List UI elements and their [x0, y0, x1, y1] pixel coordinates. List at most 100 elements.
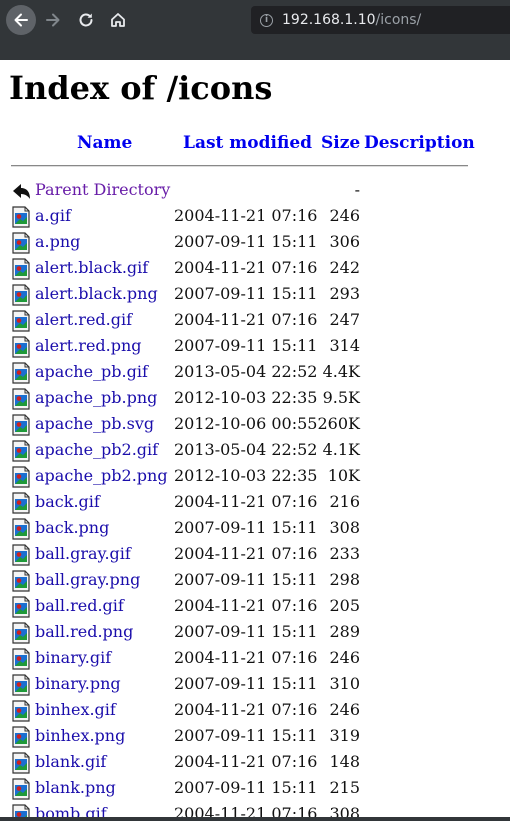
- image-file-icon: [12, 258, 30, 280]
- image-file-icon: [12, 336, 30, 358]
- image-file-icon: [12, 596, 30, 618]
- column-header-last-modified[interactable]: Last modified: [183, 133, 312, 153]
- file-row: binary.png 2007-09-11 15:11 310: [0, 672, 510, 698]
- column-header-size[interactable]: Size: [321, 133, 360, 153]
- file-row: ball.gray.gif 2004-11-21 07:16 233: [0, 542, 510, 568]
- file-name-link[interactable]: blank.gif: [35, 751, 106, 773]
- browser-toolbar: i 192.168.1.10/icons/: [0, 0, 510, 60]
- forward-arrow-icon: [46, 13, 60, 27]
- file-size: 319: [329, 726, 360, 745]
- file-name-link[interactable]: apache_pb2.png: [35, 465, 168, 487]
- file-size: 246: [329, 700, 360, 719]
- image-file-icon: [12, 414, 30, 436]
- file-modified: 2007-09-11 15:11: [174, 284, 318, 303]
- forward-button[interactable]: [38, 5, 68, 35]
- parent-directory-row: Parent Directory -: [0, 178, 510, 204]
- file-size: 310: [329, 674, 360, 693]
- url-path: /icons/: [375, 12, 422, 28]
- file-size: 215: [329, 778, 360, 797]
- window-bottom-edge: [0, 817, 510, 821]
- file-row: ball.red.gif 2004-11-21 07:16 205: [0, 594, 510, 620]
- file-row: alert.red.gif 2004-11-21 07:16 247: [0, 308, 510, 334]
- column-header-description[interactable]: Description: [364, 133, 475, 153]
- home-icon: [111, 13, 125, 27]
- file-modified: 2007-09-11 15:11: [174, 622, 318, 641]
- file-name-link[interactable]: ball.gray.png: [35, 569, 140, 591]
- address-bar[interactable]: i 192.168.1.10/icons/: [251, 6, 510, 34]
- image-file-icon: [12, 544, 30, 566]
- file-name-link[interactable]: binary.png: [35, 673, 121, 695]
- file-modified: 2012-10-03 22:35: [174, 466, 318, 485]
- image-file-icon: [12, 648, 30, 670]
- image-file-icon: [12, 362, 30, 384]
- home-button[interactable]: [103, 5, 133, 35]
- file-name-link[interactable]: apache_pb.gif: [35, 361, 148, 383]
- file-size: 247: [329, 310, 360, 329]
- file-name-link[interactable]: apache_pb2.gif: [35, 439, 158, 461]
- site-info-icon[interactable]: i: [260, 13, 273, 27]
- file-size: 246: [329, 648, 360, 667]
- image-file-icon: [12, 492, 30, 514]
- page-content: Index of /icons Name Last modified Size …: [0, 60, 510, 821]
- file-row: blank.png 2007-09-11 15:11 215: [0, 776, 510, 802]
- file-name-link[interactable]: alert.black.gif: [35, 257, 148, 279]
- file-row: apache_pb.png 2012-10-03 22:35 9.5K: [0, 386, 510, 412]
- back-arrow-icon: [14, 13, 28, 27]
- image-file-icon: [12, 570, 30, 592]
- file-name-link[interactable]: back.png: [35, 517, 109, 539]
- image-file-icon: [12, 440, 30, 462]
- file-name-link[interactable]: alert.black.png: [35, 283, 158, 305]
- file-row: ball.gray.png 2007-09-11 15:11 298: [0, 568, 510, 594]
- file-size: 148: [329, 752, 360, 771]
- file-name-link[interactable]: apache_pb.png: [35, 387, 157, 409]
- page-title: Index of /icons: [9, 69, 273, 107]
- file-name-link[interactable]: binhex.gif: [35, 699, 116, 721]
- file-size: 4.1K: [322, 440, 360, 459]
- file-modified: 2004-11-21 07:16: [174, 648, 318, 667]
- image-file-icon: [12, 700, 30, 722]
- file-name-link[interactable]: a.png: [35, 231, 80, 253]
- file-row: back.png 2007-09-11 15:11 308: [0, 516, 510, 542]
- parent-directory-size: -: [354, 180, 360, 199]
- parent-directory-link[interactable]: Parent Directory: [35, 179, 170, 201]
- image-file-icon: [12, 232, 30, 254]
- file-row: alert.black.gif 2004-11-21 07:16 242: [0, 256, 510, 282]
- file-name-link[interactable]: apache_pb.svg: [35, 413, 154, 435]
- reload-button[interactable]: [71, 5, 101, 35]
- image-file-icon: [12, 284, 30, 306]
- file-name-link[interactable]: ball.gray.gif: [35, 543, 131, 565]
- file-row: a.png 2007-09-11 15:11 306: [0, 230, 510, 256]
- file-size: 9.5K: [322, 388, 360, 407]
- file-size: 246: [329, 206, 360, 225]
- file-name-link[interactable]: a.gif: [35, 205, 71, 227]
- file-name-link[interactable]: ball.red.gif: [35, 595, 124, 617]
- file-size: 306: [329, 232, 360, 251]
- image-file-icon: [12, 206, 30, 228]
- file-name-link[interactable]: ball.red.png: [35, 621, 133, 643]
- image-file-icon: [12, 466, 30, 488]
- file-row: binhex.gif 2004-11-21 07:16 246: [0, 698, 510, 724]
- file-modified: 2004-11-21 07:16: [174, 752, 318, 771]
- column-header-name[interactable]: Name: [77, 133, 132, 153]
- file-row: alert.red.png 2007-09-11 15:11 314: [0, 334, 510, 360]
- file-modified: 2004-11-21 07:16: [174, 544, 318, 563]
- file-modified: 2007-09-11 15:11: [174, 570, 318, 589]
- file-size: 293: [329, 284, 360, 303]
- file-name-link[interactable]: blank.png: [35, 777, 116, 799]
- image-file-icon: [12, 388, 30, 410]
- file-size: 308: [329, 518, 360, 537]
- image-file-icon: [12, 778, 30, 800]
- file-name-link[interactable]: alert.red.png: [35, 335, 142, 357]
- image-file-icon: [12, 310, 30, 332]
- file-modified: 2004-11-21 07:16: [174, 492, 318, 511]
- url-host: 192.168.1.10: [282, 12, 376, 28]
- file-name-link[interactable]: back.gif: [35, 491, 100, 513]
- file-modified: 2013-05-04 22:52: [174, 362, 318, 381]
- file-name-link[interactable]: alert.red.gif: [35, 309, 132, 331]
- back-button[interactable]: [6, 5, 36, 35]
- file-name-link[interactable]: binary.gif: [35, 647, 111, 669]
- file-row: apache_pb.gif 2013-05-04 22:52 4.4K: [0, 360, 510, 386]
- file-modified: 2007-09-11 15:11: [174, 778, 318, 797]
- header-divider: [11, 165, 468, 167]
- file-name-link[interactable]: binhex.png: [35, 725, 125, 747]
